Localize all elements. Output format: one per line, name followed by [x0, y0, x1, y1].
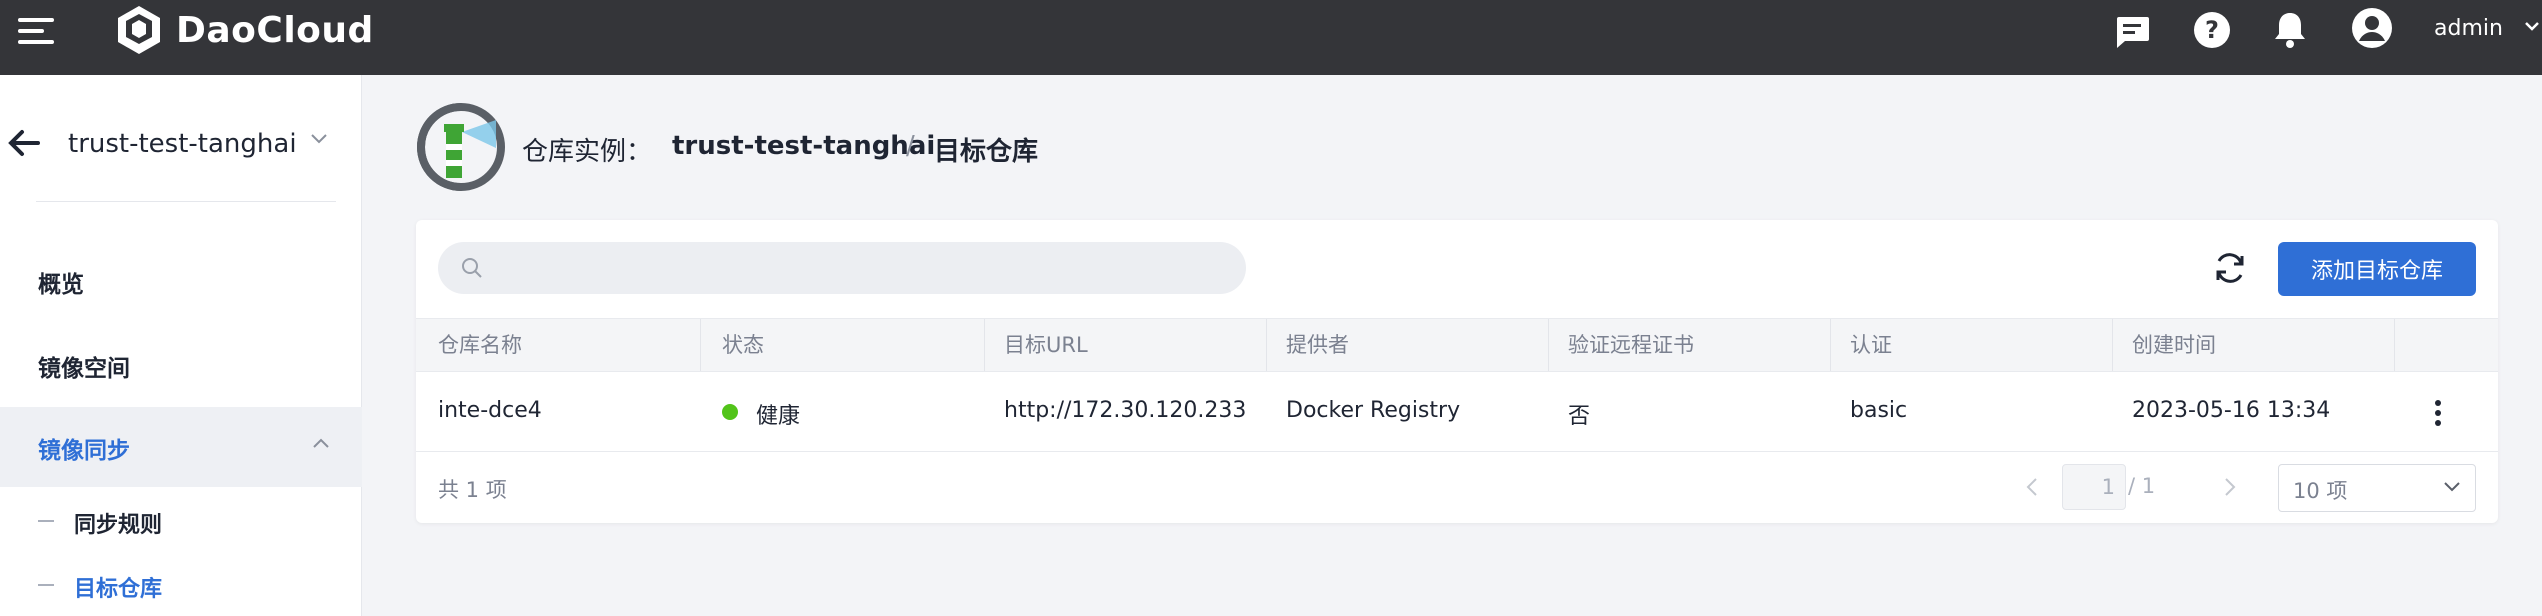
add-target-registry-button[interactable]: 添加目标仓库 — [2278, 242, 2476, 296]
sidebar-item-label: 同步规则 — [74, 513, 163, 538]
registry-name[interactable]: inte-dce4 — [438, 398, 542, 423]
column-divider — [1266, 319, 1267, 371]
column-header[interactable]: 认证 — [1850, 319, 1892, 371]
brand-logo[interactable]: DaoCloud — [114, 4, 374, 56]
breadcrumb-instance[interactable]: trust-test-tanghai — [672, 131, 935, 161]
sidebar-item-label: 目标仓库 — [74, 577, 163, 602]
total-count: 共 1 项 — [438, 478, 507, 502]
breadcrumb-current: 目标仓库 — [934, 137, 1039, 167]
sidebar-item-overview[interactable]: 概览 — [0, 241, 362, 321]
refresh-icon[interactable] — [2210, 248, 2250, 288]
brand-name: DaoCloud — [176, 9, 374, 51]
user-avatar-icon[interactable] — [2350, 6, 2394, 50]
user-name[interactable]: admin — [2434, 16, 2503, 41]
sidebar-item-image-space[interactable]: 镜像空间 — [0, 325, 362, 405]
hamburger-menu-icon[interactable] — [18, 18, 54, 44]
chevron-down-icon — [2444, 482, 2460, 492]
workspace-selector[interactable]: trust-test-tanghai — [0, 115, 362, 171]
sub-item-dash — [38, 520, 54, 522]
column-divider — [2394, 319, 2395, 371]
chevron-down-icon[interactable] — [2524, 20, 2540, 32]
back-arrow-icon[interactable] — [6, 127, 42, 159]
column-divider — [700, 319, 701, 371]
registry-status: 健康 — [756, 404, 801, 429]
search-input[interactable] — [498, 248, 1228, 288]
search-icon — [462, 258, 482, 278]
registry-url: http://172.30.120.233 — [1004, 398, 1247, 423]
next-page-icon[interactable] — [2222, 476, 2238, 498]
chevron-up-icon[interactable] — [312, 437, 330, 449]
sidebar: trust-test-tanghai 概览 镜像空间 镜像同步 同步规则 目标仓… — [0, 75, 362, 616]
registry-auth: basic — [1850, 398, 1908, 423]
harbor-logo-icon — [417, 103, 505, 191]
current-page-input[interactable] — [2062, 464, 2126, 510]
sub-item-dash — [38, 584, 54, 586]
sidebar-item-image-sync[interactable]: 镜像同步 — [0, 407, 362, 487]
sidebar-item-sync-rules[interactable]: 同步规则 — [0, 493, 362, 549]
column-divider — [984, 319, 985, 371]
sidebar-item-label: 概览 — [38, 272, 84, 298]
page-size-value: 10 项 — [2293, 479, 2348, 503]
table-header: 仓库名称 状态 目标URL 提供者 验证远程证书 认证 创建时间 — [416, 318, 2498, 372]
sidebar-item-label: 镜像同步 — [38, 438, 130, 464]
svg-text:?: ? — [2205, 16, 2219, 44]
registry-verify-cert: 否 — [1568, 404, 1591, 429]
status-healthy-dot — [722, 404, 738, 420]
page-size-select[interactable]: 10 项 — [2278, 464, 2476, 512]
sidebar-item-target-registry[interactable]: 目标仓库 — [0, 557, 362, 613]
column-header[interactable]: 提供者 — [1286, 319, 1349, 371]
notification-bell-icon[interactable] — [2268, 8, 2312, 52]
sidebar-item-label: 镜像空间 — [38, 356, 130, 382]
column-divider — [1830, 319, 1831, 371]
previous-page-icon[interactable] — [2024, 476, 2040, 498]
help-icon[interactable]: ? — [2190, 8, 2234, 52]
table-row[interactable]: inte-dce4 健康 http://172.30.120.233 Docke… — [416, 372, 2498, 452]
column-header[interactable]: 验证远程证书 — [1568, 319, 1694, 371]
breadcrumb-prefix: 仓库实例： — [522, 137, 653, 167]
registry-table-card: 添加目标仓库 仓库名称 状态 目标URL 提供者 验证远程证书 认证 创建时间 … — [416, 220, 2498, 523]
more-actions-icon[interactable] — [2424, 396, 2452, 430]
registry-created-time: 2023-05-16 13:34 — [2132, 398, 2331, 423]
daocloud-logo-icon — [118, 6, 160, 54]
page-total: / 1 — [2128, 474, 2156, 498]
sidebar-divider — [36, 201, 336, 202]
message-icon[interactable] — [2110, 10, 2154, 54]
column-header[interactable]: 状态 — [722, 319, 764, 371]
breadcrumb-separator: / — [906, 131, 915, 161]
column-divider — [2112, 319, 2113, 371]
search-box[interactable] — [438, 242, 1246, 294]
registry-provider: Docker Registry — [1286, 398, 1461, 423]
chevron-down-icon[interactable] — [310, 133, 328, 145]
column-header[interactable]: 创建时间 — [2132, 319, 2216, 371]
column-divider — [1548, 319, 1549, 371]
column-header[interactable]: 仓库名称 — [438, 319, 522, 371]
top-bar: DaoCloud ? admin — [0, 0, 2542, 75]
column-header[interactable]: 目标URL — [1004, 319, 1088, 371]
workspace-name[interactable]: trust-test-tanghai — [68, 129, 297, 159]
